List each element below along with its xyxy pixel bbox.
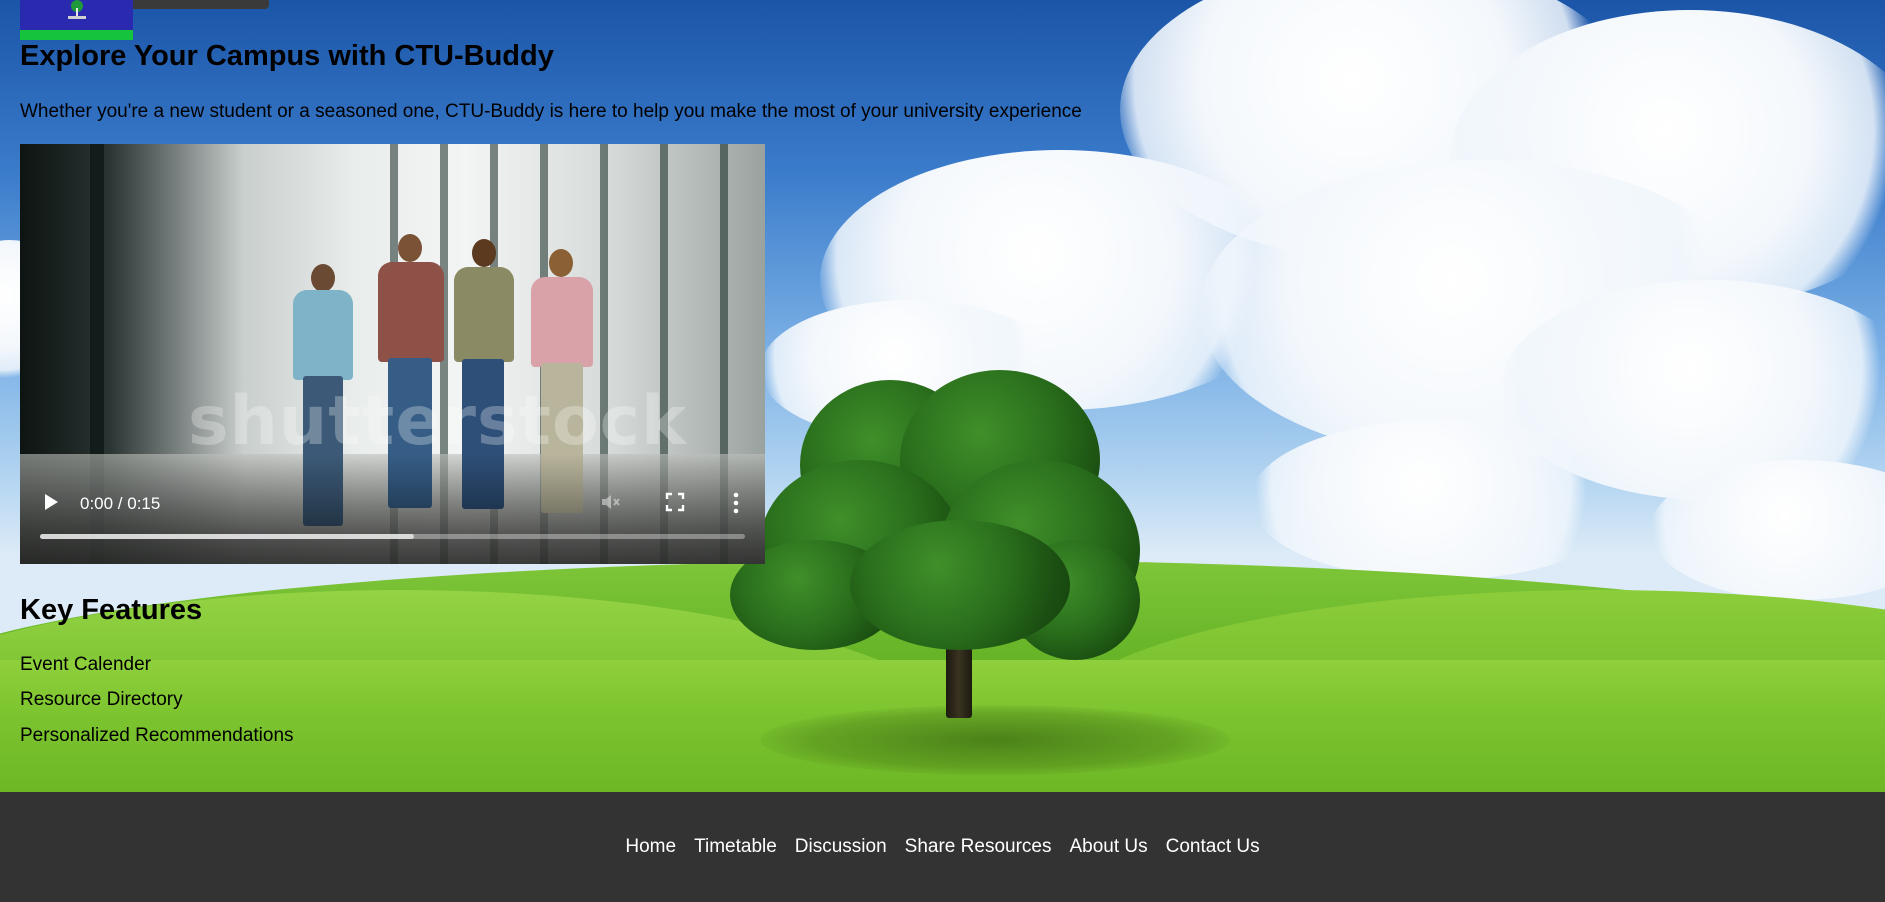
site-footer: Home Timetable Discussion Share Resource… bbox=[0, 792, 1885, 902]
feature-item-resource-directory: Resource Directory bbox=[20, 689, 183, 710]
video-buffer-fill bbox=[40, 534, 414, 539]
video-time: 0:00 / 0:15 bbox=[80, 494, 161, 513]
volume-muted-icon[interactable] bbox=[600, 492, 622, 512]
footer-link-discussion[interactable]: Discussion bbox=[786, 836, 896, 858]
fullscreen-icon[interactable] bbox=[665, 492, 685, 512]
feature-item-personalized-recommendations: Personalized Recommendations bbox=[20, 725, 294, 746]
more-vertical-icon[interactable] bbox=[732, 492, 740, 514]
video-player[interactable]: shutterstock 0:00 / 0:15 bbox=[20, 144, 765, 564]
footer-nav: Home Timetable Discussion Share Resource… bbox=[0, 836, 1885, 858]
page-subtitle: Whether you're a new student or a season… bbox=[20, 101, 1082, 122]
video-progress-bar[interactable] bbox=[40, 534, 745, 539]
cloud bbox=[1250, 420, 1630, 580]
video-watermark: shutterstock bbox=[188, 382, 688, 461]
site-logo[interactable] bbox=[20, 0, 133, 40]
feature-item-event-calendar: Event Calender bbox=[20, 654, 151, 675]
footer-link-about-us[interactable]: About Us bbox=[1060, 836, 1156, 858]
features-heading: Key Features bbox=[20, 594, 203, 626]
footer-link-timetable[interactable]: Timetable bbox=[685, 836, 786, 858]
tree-logo-icon bbox=[68, 0, 86, 19]
footer-link-contact-us[interactable]: Contact Us bbox=[1157, 836, 1269, 858]
logo-stripe bbox=[20, 30, 133, 40]
footer-link-share-resources[interactable]: Share Resources bbox=[896, 836, 1061, 858]
page-title: Explore Your Campus with CTU-Buddy bbox=[20, 40, 554, 72]
footer-link-home[interactable]: Home bbox=[616, 836, 685, 858]
tree-canopy bbox=[850, 520, 1070, 650]
play-icon[interactable] bbox=[42, 492, 60, 512]
tree-shadow bbox=[760, 705, 1230, 775]
header-tab bbox=[133, 0, 269, 9]
